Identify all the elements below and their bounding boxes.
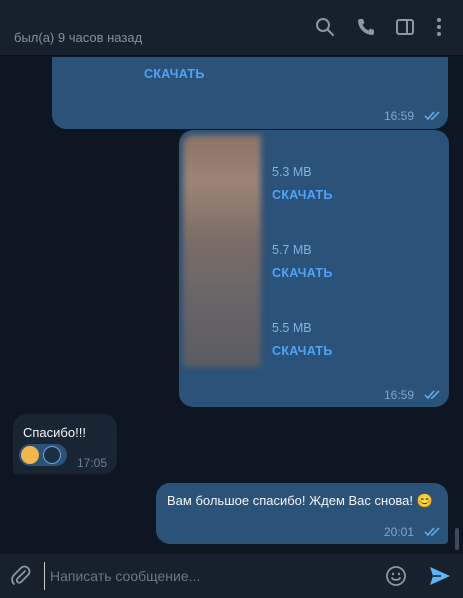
file-size: 5.7 MB bbox=[272, 243, 312, 257]
outgoing-message: Вам большое спасибо! Ждем Вас снова! 😊 2… bbox=[156, 483, 448, 544]
message-time: 17:05 bbox=[77, 456, 108, 470]
double-check-icon bbox=[424, 527, 440, 537]
double-check-icon bbox=[424, 390, 440, 400]
search-icon[interactable] bbox=[314, 16, 336, 38]
blurred-photo-thumbnail[interactable] bbox=[183, 135, 261, 367]
file-size: 5.5 MB bbox=[272, 321, 312, 335]
message-text: Вам большое спасибо! Ждем Вас снова! 😊 bbox=[167, 493, 433, 508]
send-icon[interactable] bbox=[428, 564, 452, 588]
phone-icon[interactable] bbox=[355, 16, 377, 38]
attach-icon[interactable] bbox=[9, 564, 33, 588]
double-check-icon bbox=[424, 111, 440, 121]
chat-header: был(а) 9 часов назад bbox=[0, 0, 463, 56]
incoming-message: Спасибо!!! 17:05 bbox=[13, 414, 117, 474]
more-icon[interactable] bbox=[428, 16, 450, 38]
file-size: 5.3 MB bbox=[272, 165, 312, 179]
heart-face-emoji-icon bbox=[21, 446, 39, 464]
message-list[interactable]: СКАЧАТЬ 16:59 5.3 MB СКАЧАТЬ 5.7 MB СКАЧ… bbox=[0, 57, 463, 553]
emoji-icon[interactable] bbox=[384, 564, 408, 588]
download-link[interactable]: СКАЧАТЬ bbox=[272, 344, 333, 358]
sidebar-icon[interactable] bbox=[394, 16, 416, 38]
files-message: 5.3 MB СКАЧАТЬ 5.7 MB СКАЧАТЬ 5.5 MB СКА… bbox=[179, 130, 449, 407]
avatar bbox=[43, 446, 61, 464]
download-link[interactable]: СКАЧАТЬ bbox=[272, 188, 333, 202]
message-input[interactable] bbox=[44, 562, 374, 590]
download-link[interactable]: СКАЧАТЬ bbox=[144, 67, 205, 81]
message-composer bbox=[0, 554, 463, 598]
file-message: СКАЧАТЬ 16:59 bbox=[52, 57, 448, 129]
message-text: Спасибо!!! bbox=[23, 425, 86, 440]
message-time: 16:59 bbox=[384, 109, 415, 123]
reaction-badge[interactable] bbox=[19, 444, 67, 466]
message-time: 16:59 bbox=[384, 388, 415, 402]
scrollbar[interactable] bbox=[455, 528, 459, 550]
download-link[interactable]: СКАЧАТЬ bbox=[272, 266, 333, 280]
message-time: 20:01 bbox=[384, 525, 415, 539]
last-seen-status: был(а) 9 часов назад bbox=[14, 30, 143, 45]
